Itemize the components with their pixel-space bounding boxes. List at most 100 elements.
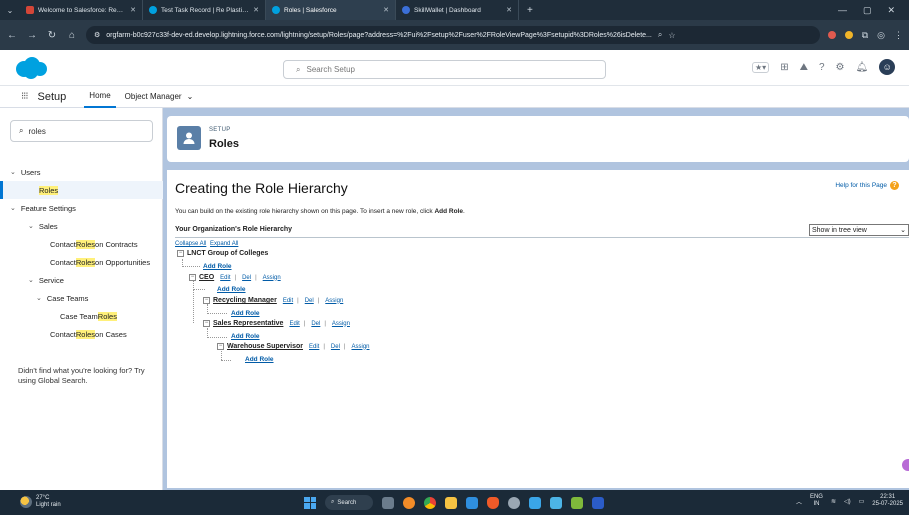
assign-link[interactable]: Assign: [325, 298, 343, 304]
app-icon[interactable]: [508, 496, 520, 509]
profile-icon[interactable]: ◎: [877, 30, 885, 41]
collapse-node-icon[interactable]: −: [177, 250, 184, 257]
tree-item-feature-settings[interactable]: ⌄ Feature Settings: [0, 199, 163, 217]
app-icon[interactable]: [571, 496, 583, 509]
role-link-warehouse-supervisor[interactable]: Warehouse Supervisor: [227, 343, 303, 350]
collapse-node-icon[interactable]: −: [203, 320, 210, 327]
close-icon[interactable]: ✕: [383, 6, 389, 14]
gear-icon[interactable]: ⚙: [836, 62, 845, 73]
trailhead-icon[interactable]: ⛰: [800, 62, 808, 73]
file-explorer-icon[interactable]: [445, 496, 457, 509]
close-icon[interactable]: ✕: [253, 6, 259, 14]
chevron-up-icon[interactable]: ︿: [796, 497, 802, 506]
word-icon[interactable]: [592, 496, 604, 509]
zoom-icon[interactable]: ⌕: [658, 30, 662, 40]
add-role-link[interactable]: Add Role: [217, 286, 246, 293]
collapse-node-icon[interactable]: −: [217, 343, 224, 350]
notifications-bell-icon[interactable]: 🔔︎: [856, 62, 869, 73]
app-icon[interactable]: [529, 496, 541, 509]
reload-icon[interactable]: ↻: [46, 30, 58, 41]
new-tab-icon[interactable]: +: [519, 5, 541, 16]
tree-item-contact-roles-opportunities[interactable]: Contact Roles on Opportunities: [0, 253, 163, 271]
help-icon[interactable]: ?: [819, 62, 825, 73]
tree-item-roles[interactable]: Roles: [0, 181, 163, 199]
del-link[interactable]: Del: [331, 344, 340, 350]
search-setup-input[interactable]: ⌕ Search Setup: [283, 60, 606, 79]
close-icon[interactable]: ✕: [506, 6, 512, 14]
add-role-link[interactable]: Add Role: [245, 356, 274, 363]
browser-tab-1[interactable]: Welcome to Salesforce: Reset you ✕: [20, 0, 143, 20]
weather-widget[interactable]: 27°C Light rain: [20, 495, 61, 509]
forward-icon[interactable]: →: [26, 30, 38, 41]
language-indicator[interactable]: ENG IN: [810, 494, 823, 508]
collapse-node-icon[interactable]: −: [203, 297, 210, 304]
tree-item-case-team-roles[interactable]: Case Team Roles: [0, 307, 163, 325]
extensions-puzzle-icon[interactable]: ⧉: [862, 30, 868, 41]
browser-tab-4[interactable]: SkillWallet | Dashboard ✕: [396, 0, 519, 20]
view-select[interactable]: Show in tree view ⌄: [809, 224, 909, 236]
assistant-launcher-icon[interactable]: [902, 459, 909, 471]
chrome-icon[interactable]: [424, 496, 436, 509]
tree-item-sales[interactable]: ⌄ Sales: [0, 217, 163, 235]
close-icon[interactable]: ✕: [130, 6, 136, 14]
tree-item-contact-roles-cases[interactable]: Contact Roles on Cases: [0, 325, 163, 343]
role-link-sales-representative[interactable]: Sales Representative: [213, 320, 283, 327]
taskbar-search[interactable]: ⌕ Search: [325, 495, 373, 510]
assign-link[interactable]: Assign: [332, 321, 350, 327]
vscode-icon[interactable]: [466, 496, 478, 509]
tree-item-contact-roles-contracts[interactable]: Contact Roles on Contracts: [0, 235, 163, 253]
help-link[interactable]: Help for this Page ?: [835, 181, 899, 190]
menu-icon[interactable]: ⋮: [894, 30, 903, 41]
add-role-link[interactable]: Add Role: [231, 310, 260, 317]
tree-item-users[interactable]: ⌄ Users: [0, 163, 163, 181]
add-role-link[interactable]: Add Role: [203, 263, 232, 270]
tab-object-manager[interactable]: Object Manager ⌄: [120, 86, 199, 108]
del-link[interactable]: Del: [311, 321, 320, 327]
app-launcher-icon[interactable]: ⁝⁝⁝: [21, 91, 28, 102]
battery-icon[interactable]: ▭: [859, 498, 865, 505]
role-link-ceo[interactable]: CEO: [199, 274, 214, 281]
home-icon[interactable]: ⌂: [66, 30, 78, 41]
tree-item-case-teams[interactable]: ⌄ Case Teams: [0, 289, 163, 307]
windows-start-icon[interactable]: [304, 496, 316, 509]
quick-find-input[interactable]: ⌕ roles: [10, 120, 153, 142]
wifi-icon[interactable]: ≋: [831, 498, 836, 505]
maximize-icon[interactable]: ▢: [863, 5, 872, 16]
assign-link[interactable]: Assign: [351, 344, 369, 350]
global-actions-icon[interactable]: ⊞: [780, 62, 788, 73]
del-link[interactable]: Del: [242, 275, 251, 281]
collapse-all-link[interactable]: Collapse All: [175, 241, 206, 247]
volume-icon[interactable]: ◁): [844, 498, 851, 505]
tree-item-service[interactable]: ⌄ Service: [0, 271, 163, 289]
edit-link[interactable]: Edit: [309, 344, 319, 350]
tab-search-icon[interactable]: ⌄: [0, 0, 20, 20]
expand-all-link[interactable]: Expand All: [210, 241, 238, 247]
edit-link[interactable]: Edit: [283, 298, 293, 304]
assign-link[interactable]: Assign: [263, 275, 281, 281]
extension-icon[interactable]: [844, 31, 853, 39]
brave-icon[interactable]: [487, 496, 499, 509]
edit-link[interactable]: Edit: [289, 321, 299, 327]
site-info-icon[interactable]: ⚙: [94, 31, 100, 39]
role-link-recycling-manager[interactable]: Recycling Manager: [213, 297, 277, 304]
task-view-icon[interactable]: [382, 496, 394, 509]
back-icon[interactable]: ←: [6, 30, 18, 41]
close-window-icon[interactable]: ✕: [887, 5, 895, 16]
tab-home[interactable]: Home: [84, 86, 116, 108]
browser-tab-2[interactable]: Test Task Record | Re Plastic Innov ✕: [143, 0, 266, 20]
app-icon[interactable]: [550, 496, 562, 509]
minimize-icon[interactable]: —: [838, 5, 847, 16]
edit-link[interactable]: Edit: [220, 275, 230, 281]
clock[interactable]: 22:31 25-07-2025: [872, 494, 903, 508]
salesforce-logo-icon[interactable]: [14, 56, 48, 80]
del-link[interactable]: Del: [305, 298, 314, 304]
collapse-node-icon[interactable]: −: [189, 274, 196, 281]
address-bar[interactable]: ⚙ orgfarm-b0c927c33f-dev-ed.develop.ligh…: [86, 26, 820, 44]
browser-tab-3[interactable]: Roles | Salesforce ✕: [266, 0, 396, 20]
add-role-link[interactable]: Add Role: [231, 333, 260, 340]
extension-icon[interactable]: [827, 31, 836, 39]
favorites-icon[interactable]: ★▾: [752, 61, 770, 73]
avatar[interactable]: ☺: [879, 59, 896, 75]
bookmark-star-icon[interactable]: ☆: [668, 31, 675, 40]
app-icon[interactable]: [403, 496, 415, 509]
